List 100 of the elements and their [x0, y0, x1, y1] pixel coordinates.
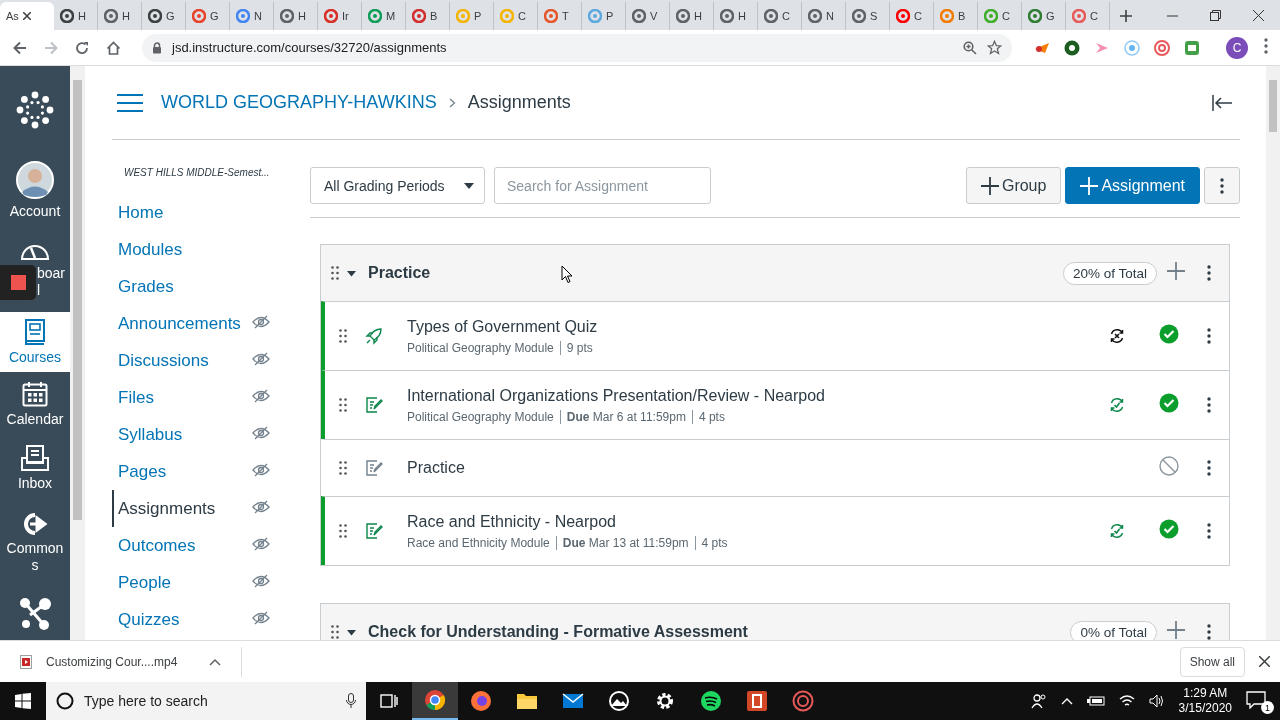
unpublished-icon[interactable]	[1159, 456, 1179, 476]
drag-handle-icon[interactable]	[339, 398, 347, 412]
more-options-icon[interactable]	[1207, 397, 1211, 413]
more-options-icon[interactable]	[1207, 523, 1211, 539]
course-nav-link[interactable]: Syllabus	[118, 424, 183, 445]
sync-error-icon[interactable]	[1109, 328, 1125, 344]
scrollbar-thumb[interactable]	[73, 80, 82, 520]
published-check-icon[interactable]	[1159, 519, 1179, 539]
wifi-icon[interactable]	[1118, 694, 1135, 708]
logo-icon[interactable]	[16, 91, 54, 129]
nav-item-highlight[interactable]: Courses	[0, 312, 70, 372]
book-icon[interactable]	[24, 318, 46, 345]
nav-label[interactable]: Calendar	[6, 411, 64, 428]
extension-icon[interactable]	[1064, 39, 1080, 56]
course-nav-link[interactable]: Files	[118, 387, 154, 408]
course-nav-link[interactable]: Home	[118, 202, 164, 223]
download-file-name[interactable]: Customizing Cour....mp4	[46, 654, 178, 669]
assignment-title[interactable]: Race and Ethnicity - Nearpod	[407, 512, 1091, 531]
extension-icon[interactable]	[1154, 39, 1170, 56]
windows-start-icon[interactable]	[15, 693, 31, 709]
task-view-icon[interactable]	[380, 693, 398, 709]
restore-icon[interactable]	[1210, 9, 1221, 21]
course-nav-link[interactable]: Announcements	[118, 313, 241, 334]
add-assignment-button[interactable]: Assignment	[1065, 167, 1200, 204]
nav-label[interactable]: Account	[9, 202, 61, 220]
reload-icon[interactable]	[75, 40, 89, 55]
microphone-icon[interactable]	[346, 693, 356, 709]
inbox-icon[interactable]	[21, 445, 49, 471]
app-icon[interactable]	[792, 690, 814, 712]
drag-handle-icon[interactable]	[331, 266, 339, 280]
add-group-button[interactable]: Group	[965, 167, 1062, 204]
course-nav-link[interactable]: Pages	[118, 461, 167, 482]
nav-label[interactable]: boar l	[37, 265, 66, 299]
folder-icon[interactable]	[516, 692, 538, 710]
chrome-icon[interactable]	[424, 689, 446, 711]
more-options-icon[interactable]	[1207, 460, 1211, 476]
assignment-title[interactable]: International Organizations Presentation/Review - Nearpod	[407, 386, 1091, 405]
volume-icon[interactable]	[1148, 694, 1165, 708]
address-bar[interactable]: jsd.instructure.com/courses/32720/assignments	[142, 33, 1012, 62]
more-options-icon[interactable]	[1207, 624, 1211, 640]
back-icon[interactable]	[13, 40, 27, 55]
star-icon[interactable]	[987, 40, 1002, 55]
mail-icon[interactable]	[562, 693, 584, 709]
breadcrumb-link[interactable]: WORLD GEOGRAPHY-HAWKINS	[161, 92, 437, 113]
zoom-icon[interactable]	[963, 40, 977, 55]
course-nav-link[interactable]: Modules	[118, 239, 183, 260]
close-icon[interactable]	[1259, 656, 1270, 667]
notifications-icon[interactable]	[1246, 691, 1266, 709]
people-icon[interactable]	[1030, 693, 1047, 709]
menu-icon[interactable]	[117, 93, 143, 112]
nav-label[interactable]: Courses	[8, 348, 62, 366]
powerpoint-icon[interactable]	[746, 690, 768, 712]
home-icon[interactable]	[106, 40, 121, 55]
stop-recording-button[interactable]	[0, 265, 36, 300]
network-icon[interactable]	[18, 595, 52, 630]
collapse-icon[interactable]	[1212, 94, 1232, 111]
drag-handle-icon[interactable]	[339, 329, 347, 343]
drag-handle-icon[interactable]	[339, 461, 347, 475]
course-nav-link[interactable]: People	[118, 572, 171, 593]
drag-handle-icon[interactable]	[331, 625, 339, 639]
commons-icon[interactable]	[21, 511, 49, 536]
spotify-icon[interactable]	[700, 690, 722, 712]
photos-icon[interactable]	[608, 691, 630, 711]
assignment-title[interactable]: Practice	[407, 459, 1091, 477]
close-icon[interactable]	[22, 12, 31, 20]
course-nav-link[interactable]: Outcomes	[118, 535, 196, 556]
new-tab-icon[interactable]	[1120, 10, 1132, 22]
chevron-up-icon[interactable]	[209, 657, 222, 666]
more-options-icon[interactable]	[1207, 328, 1211, 344]
nav-label[interactable]: Inbox	[17, 475, 53, 492]
grading-period-select[interactable]: All Grading Periods	[310, 167, 485, 204]
profile-avatar[interactable]: C	[1226, 36, 1248, 59]
firefox-icon[interactable]	[470, 690, 492, 712]
sync-success-icon[interactable]	[1109, 523, 1125, 539]
caret-icon[interactable]	[347, 627, 356, 637]
published-check-icon[interactable]	[1159, 324, 1179, 344]
course-nav-link[interactable]: Assignments	[118, 498, 216, 519]
extension-icon[interactable]	[1184, 39, 1200, 56]
more-options-icon[interactable]	[1220, 177, 1224, 194]
group-title[interactable]: Practice	[368, 264, 431, 282]
sync-success-icon[interactable]	[1109, 397, 1125, 413]
more-options-icon[interactable]	[1264, 37, 1268, 54]
published-check-icon[interactable]	[1159, 393, 1179, 413]
course-nav-link[interactable]: Grades	[118, 276, 174, 297]
course-nav-link[interactable]: Discussions	[118, 350, 209, 371]
group-title[interactable]: Check for Understanding - Formative Assessment	[368, 623, 748, 640]
battery-icon[interactable]	[1086, 695, 1105, 707]
settings-icon[interactable]	[655, 691, 675, 711]
drag-handle-icon[interactable]	[339, 524, 347, 538]
browser-tab[interactable]: As	[0, 2, 54, 30]
taskbar-search-field[interactable]: Type here to search	[46, 682, 366, 720]
calendar-icon[interactable]	[22, 381, 48, 407]
search-field[interactable]: Search for Assignment	[494, 167, 711, 204]
show-all-button[interactable]: Show all	[1179, 646, 1245, 677]
caret-icon[interactable]	[347, 268, 356, 278]
assignment-title[interactable]: Types of Government Quiz	[407, 317, 1091, 336]
scrollbar-thumb[interactable]	[1269, 80, 1277, 132]
more-options-icon[interactable]	[1207, 265, 1211, 281]
avatar-icon[interactable]	[16, 160, 54, 199]
course-nav-link[interactable]: Quizzes	[118, 609, 180, 630]
